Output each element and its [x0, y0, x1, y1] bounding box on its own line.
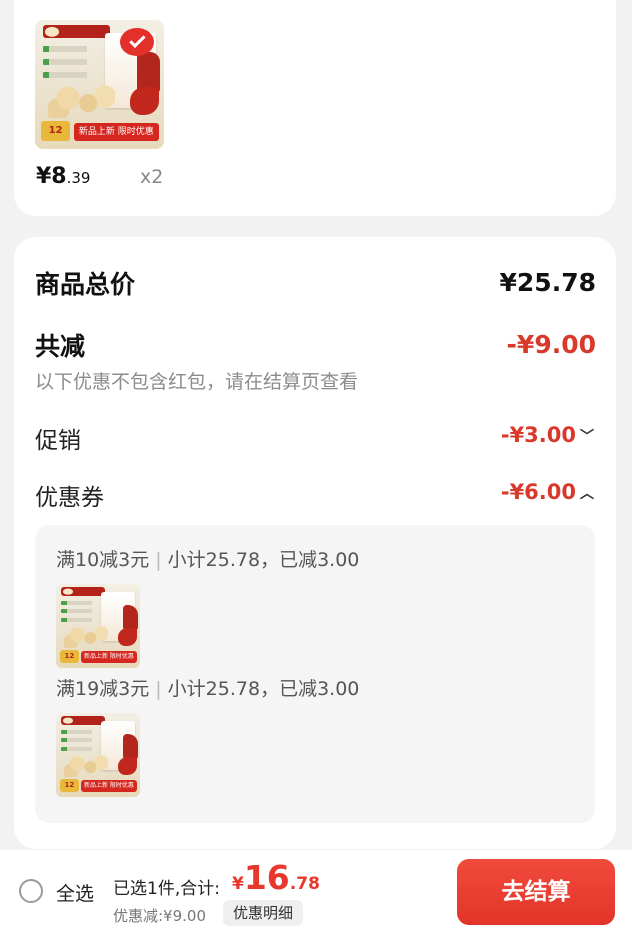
radio-unchecked-icon[interactable] — [19, 879, 43, 903]
total-reduction-value: -¥9.00 — [506, 330, 596, 359]
promotion-label: 促销 — [35, 428, 81, 454]
promotion-value: -¥3.00 — [500, 423, 576, 447]
total-integer: 16 — [243, 858, 290, 897]
peanuts-image — [64, 755, 109, 777]
selected-count: 已选1件,合计: — [113, 879, 220, 899]
promotion-rule-line: 满10减3元 | 小计25.78，已减3.00 — [56, 545, 359, 572]
coupon-value-toggle[interactable]: -¥6.00 ︿ — [501, 480, 594, 504]
feature-bullet — [61, 746, 93, 751]
chili-image — [118, 756, 137, 776]
total-decimal: .78 — [289, 874, 320, 894]
feature-bullet — [61, 609, 93, 614]
coupon-label: 优惠券 — [35, 485, 104, 511]
product-card: 12 新品上新 限时优惠 ¥8.39 x2 — [14, 0, 616, 216]
thumb-promo-strip: 新品上新 限时优惠 — [81, 651, 137, 663]
promotion-product-thumbnail[interactable]: 12 新品上新 限时优惠 — [56, 584, 140, 668]
brand-logo — [42, 25, 110, 39]
peanuts-image — [47, 84, 115, 119]
discount-amount: 优惠减:¥9.00 — [113, 907, 206, 925]
checkout-button[interactable]: 去结算 — [457, 859, 615, 925]
promotion-value-toggle[interactable]: -¥3.00 ﹀ — [501, 423, 594, 447]
reduction-hint: 以下优惠不包含红包，请在结算页查看 — [35, 371, 359, 393]
coupon-value: -¥6.00 — [500, 480, 576, 504]
feature-bullet — [42, 45, 88, 53]
checkout-bar: 全选 已选1件,合计: ¥16.78 优惠减:¥9.00 优惠明细 去结算 — [0, 850, 632, 930]
discount-detail-button[interactable]: 优惠明细 — [223, 900, 304, 926]
feature-bullet — [42, 58, 88, 66]
chili-image — [130, 87, 159, 116]
promotion-rule-line: 满19减3元 | 小计25.78，已减3.00 — [56, 674, 359, 701]
promotion-detail: 小计25.78，已减3.00 — [167, 678, 360, 700]
product-quantity: x2 — [140, 166, 164, 188]
brand-logo — [61, 716, 105, 725]
total-price-label: 商品总价 — [35, 270, 136, 299]
promotion-rule: 满10减3元 — [56, 549, 150, 571]
promotion-detail: 小计25.78，已减3.00 — [167, 549, 360, 571]
price-integer: ¥8 — [36, 164, 67, 189]
promotion-product-thumbnail[interactable]: 12 新品上新 限时优惠 — [56, 713, 140, 797]
feature-bullet — [61, 617, 93, 622]
separator: | — [155, 678, 162, 700]
thumb-price-tag: 12 — [60, 649, 79, 663]
chevron-up-icon: ︿ — [580, 486, 594, 502]
product-price: ¥8.39 — [36, 164, 90, 189]
check-icon — [120, 27, 154, 57]
price-summary-card: 商品总价 ¥25.78 共减 -¥9.00 以下优惠不包含红包，请在结算页查看 … — [14, 237, 616, 849]
thumb-promo-strip: 新品上新 限时优惠 — [73, 123, 159, 142]
thumb-price-tag: 12 — [41, 120, 70, 142]
product-thumbnail[interactable]: 12 新品上新 限时优惠 — [35, 20, 164, 149]
separator: | — [155, 549, 162, 571]
promotion-rule: 满19减3元 — [56, 678, 150, 700]
coupon-detail-panel: 满10减3元 | 小计25.78，已减3.00 12 新品上新 限时优惠 满19减3… — [35, 525, 595, 823]
peanuts-image — [64, 626, 109, 648]
thumb-promo-strip: 新品上新 限时优惠 — [81, 780, 137, 792]
order-total: ¥16.78 — [232, 858, 320, 897]
brand-logo — [61, 587, 105, 596]
total-reduction-label: 共减 — [35, 332, 86, 361]
feature-bullet — [61, 600, 93, 605]
select-all-label[interactable]: 全选 — [56, 879, 94, 906]
feature-bullet — [42, 71, 88, 79]
feature-bullet — [61, 738, 93, 743]
chili-image — [118, 627, 137, 647]
thumb-price-tag: 12 — [60, 778, 79, 792]
price-decimal: .39 — [66, 169, 91, 187]
currency-symbol: ¥ — [232, 874, 244, 894]
chevron-down-icon: ﹀ — [580, 429, 594, 445]
feature-bullet — [61, 729, 93, 734]
total-price-value: ¥25.78 — [499, 268, 596, 297]
